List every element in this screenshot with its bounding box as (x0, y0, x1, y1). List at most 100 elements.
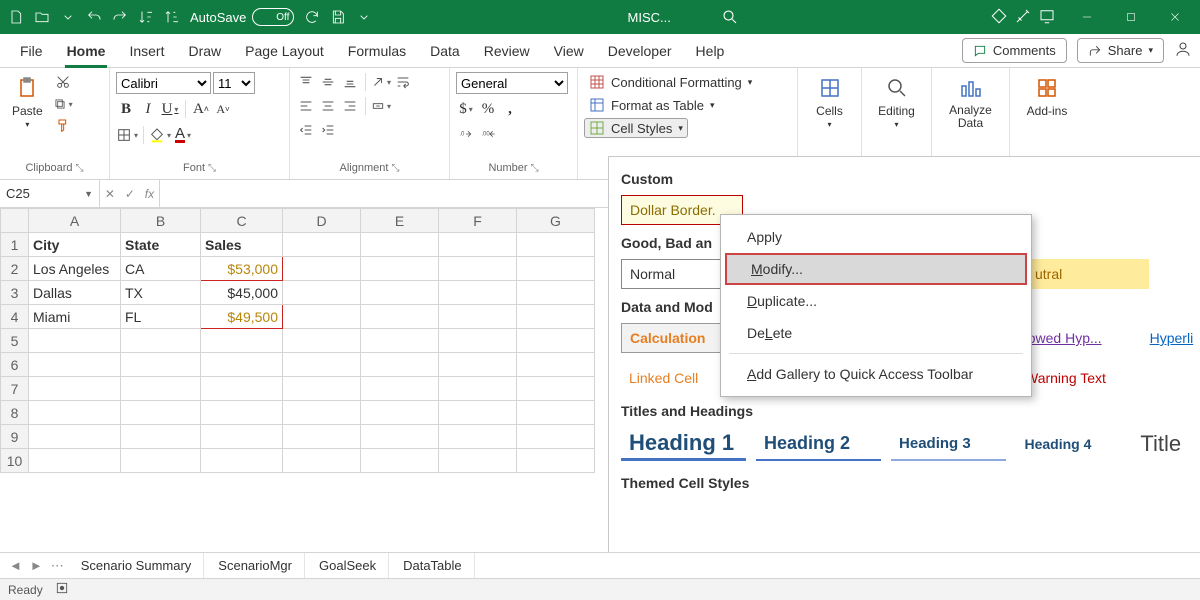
cell[interactable] (361, 329, 439, 353)
cell[interactable] (201, 401, 283, 425)
cell[interactable] (517, 305, 595, 329)
cell[interactable] (29, 329, 121, 353)
row-header[interactable]: 6 (1, 353, 29, 377)
cell[interactable]: Sales (201, 233, 283, 257)
cell[interactable] (439, 305, 517, 329)
cell[interactable] (361, 449, 439, 473)
style-heading-2[interactable]: Heading 2 (756, 427, 881, 461)
minimize-button[interactable] (1066, 0, 1108, 34)
cell[interactable] (121, 449, 201, 473)
alignment-launcher-icon[interactable]: ⤡ (391, 163, 399, 174)
redo-icon[interactable] (108, 5, 132, 29)
cell[interactable] (121, 377, 201, 401)
style-warning-text[interactable]: Warning Text (1017, 363, 1139, 393)
cell[interactable] (201, 425, 283, 449)
cell[interactable] (517, 377, 595, 401)
cell[interactable] (517, 257, 595, 281)
menu-delete[interactable]: DeLete (723, 317, 1029, 349)
font-launcher-icon[interactable]: ⤡ (208, 163, 216, 174)
row-header[interactable]: 10 (1, 449, 29, 473)
cell[interactable] (517, 449, 595, 473)
tab-developer[interactable]: Developer (596, 34, 684, 68)
cell[interactable] (439, 425, 517, 449)
row-header[interactable]: 1 (1, 233, 29, 257)
tab-home[interactable]: Home (55, 34, 118, 68)
cell[interactable] (29, 377, 121, 401)
cell[interactable] (439, 329, 517, 353)
cell[interactable] (361, 257, 439, 281)
format-painter-icon[interactable] (53, 116, 73, 136)
macro-record-icon[interactable] (55, 581, 69, 598)
addins-button[interactable]: Add-ins (1016, 72, 1078, 120)
decrease-indent-icon[interactable] (296, 120, 316, 140)
cell[interactable] (283, 281, 361, 305)
cell[interactable] (201, 329, 283, 353)
cell[interactable] (121, 425, 201, 449)
fx-icon[interactable]: fx (145, 187, 154, 201)
cell[interactable] (29, 401, 121, 425)
underline-button[interactable]: U (160, 98, 180, 120)
analyze-data-button[interactable]: Analyze Data (938, 72, 1003, 132)
share-button[interactable]: Share ▾ (1077, 38, 1164, 63)
conditional-formatting-button[interactable]: Conditional Formatting ▾ (584, 72, 757, 92)
shrink-font-button[interactable]: A˅ (213, 98, 233, 120)
font-size-select[interactable]: 11 (213, 72, 255, 94)
align-center-icon[interactable] (318, 96, 338, 116)
style-neutral[interactable]: utral (1027, 259, 1149, 289)
cell[interactable] (201, 353, 283, 377)
tab-help[interactable]: Help (684, 34, 737, 68)
cell[interactable] (283, 329, 361, 353)
number-launcher-icon[interactable]: ⤡ (531, 163, 539, 174)
sheet-tab[interactable]: DataTable (391, 553, 475, 579)
align-right-icon[interactable] (340, 96, 360, 116)
col-header-B[interactable]: B (121, 209, 201, 233)
cell[interactable] (439, 281, 517, 305)
cell[interactable] (439, 377, 517, 401)
cells-button[interactable]: Cells▾ (804, 72, 855, 131)
cell[interactable] (439, 401, 517, 425)
font-name-select[interactable]: Calibri (116, 72, 211, 94)
open-file-icon[interactable] (30, 5, 54, 29)
cell[interactable]: $53,000 (201, 257, 283, 281)
cell[interactable]: Los Angeles (29, 257, 121, 281)
cell[interactable] (201, 449, 283, 473)
maximize-button[interactable] (1110, 0, 1152, 34)
chevron-down-icon[interactable] (56, 5, 80, 29)
row-header[interactable]: 4 (1, 305, 29, 329)
cell[interactable] (361, 233, 439, 257)
font-color-button[interactable]: A (173, 124, 193, 146)
cell[interactable] (517, 353, 595, 377)
align-top-icon[interactable] (296, 72, 316, 92)
refresh-icon[interactable] (300, 5, 324, 29)
tab-data[interactable]: Data (418, 34, 472, 68)
cell[interactable] (439, 257, 517, 281)
menu-modify[interactable]: Modify... (725, 253, 1027, 285)
undo-icon[interactable] (82, 5, 106, 29)
tab-file[interactable]: File (8, 34, 55, 68)
cell[interactable] (361, 401, 439, 425)
cell[interactable]: TX (121, 281, 201, 305)
cells-table[interactable]: A B C D E F G 1 City State Sales 2 Los A… (0, 208, 595, 473)
search-icon[interactable] (721, 8, 739, 26)
close-button[interactable] (1154, 0, 1196, 34)
cell[interactable]: CA (121, 257, 201, 281)
cell[interactable] (517, 233, 595, 257)
increase-indent-icon[interactable] (318, 120, 338, 140)
fill-color-button[interactable] (149, 124, 171, 146)
cell[interactable]: $45,000 (201, 281, 283, 305)
bold-button[interactable]: B (116, 98, 136, 120)
sort-asc-icon[interactable] (134, 5, 158, 29)
tab-draw[interactable]: Draw (176, 34, 233, 68)
row-header[interactable]: 3 (1, 281, 29, 305)
sort-desc-icon[interactable] (160, 5, 184, 29)
user-icon[interactable] (1174, 40, 1192, 61)
borders-button[interactable] (116, 124, 138, 146)
new-file-icon[interactable] (4, 5, 28, 29)
col-header-F[interactable]: F (439, 209, 517, 233)
align-left-icon[interactable] (296, 96, 316, 116)
row-header[interactable]: 5 (1, 329, 29, 353)
row-header[interactable]: 7 (1, 377, 29, 401)
editing-button[interactable]: Editing▾ (868, 72, 925, 131)
style-heading-3[interactable]: Heading 3 (891, 427, 1006, 461)
accounting-format-button[interactable]: $ (456, 98, 476, 120)
